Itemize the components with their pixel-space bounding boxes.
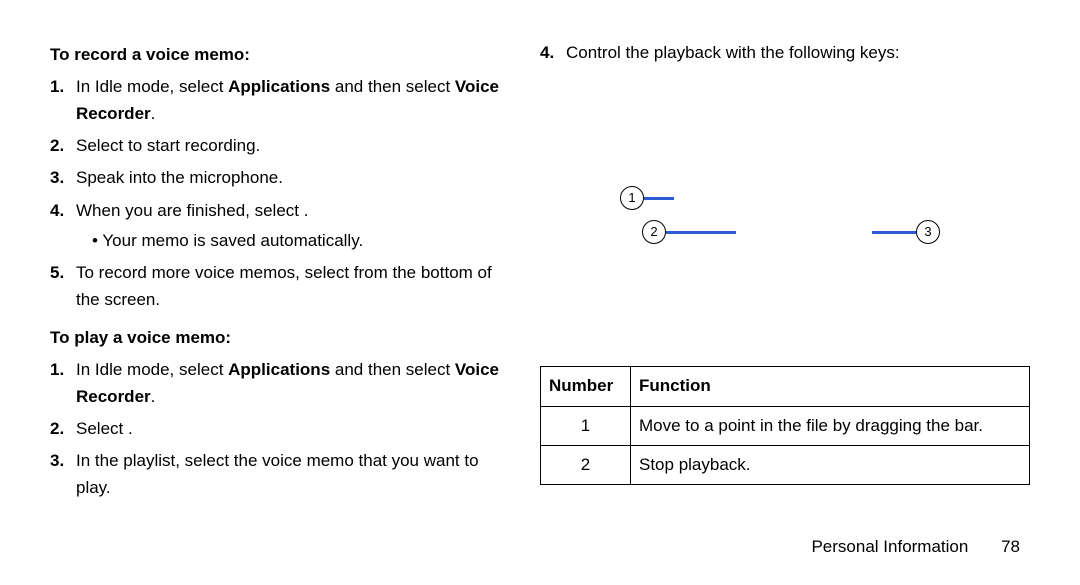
right-column: 4. Control the playback with the followi… [540,40,1030,565]
step-text: In Idle mode, select [76,77,228,96]
cell-function: Move to a point in the file by dragging … [631,406,1030,445]
cell-number: 2 [541,446,631,485]
table-header-row: Number Function [541,367,1030,406]
callout-2: 2 [642,220,666,244]
step-number: 1. [50,74,64,100]
footer-page-number: 78 [1001,537,1020,556]
step-text: Select [76,419,128,438]
sub-item: Your memo is saved automatically. [88,228,510,254]
step-number: 3. [50,448,64,474]
step-text: To record more voice memos, select [76,263,354,282]
step-text: Speak into the microphone. [76,168,283,187]
step-number: 2. [50,133,64,159]
record-step-3: 3. Speak into the microphone. [72,165,510,191]
footer-section: Personal Information [811,537,968,556]
record-step-5: 5. To record more voice memos, select fr… [72,260,510,313]
step-text: When you are finished, select [76,201,304,220]
step-text: and then select [330,77,455,96]
callout-1: 1 [620,186,644,210]
record-step-4: 4. When you are finished, select . Your … [72,198,510,255]
heading-record: To record a voice memo: [50,42,510,68]
callout-diagram: 1 2 3 [620,186,940,346]
record-steps: 1. In Idle mode, select Applications and… [72,74,510,313]
step-text: . [151,387,156,406]
table-row: 1 Move to a point in the file by draggin… [541,406,1030,445]
heading-play: To play a voice memo: [50,325,510,351]
step-number: 2. [50,416,64,442]
page-container: To record a voice memo: 1. In Idle mode,… [50,40,1030,565]
step-number: 1. [50,357,64,383]
callout-lead-2 [666,231,736,234]
cell-number: 1 [541,406,631,445]
cell-function: Stop playback. [631,446,1030,485]
page-footer: Personal Information 78 [811,537,1020,557]
step-text: . [128,419,133,438]
record-step-2: 2. Select to start recording. [72,133,510,159]
step-bold: Applications [228,77,330,96]
function-table: Number Function 1 Move to a point in the… [540,366,1030,485]
step-text: Control the playback with the following … [566,43,900,62]
play-step-1: 1. In Idle mode, select Applications and… [72,357,510,410]
callout-lead-1 [644,197,674,200]
play-step-2: 2. Select . [72,416,510,442]
callout-3: 3 [916,220,940,244]
record-step-1: 1. In Idle mode, select Applications and… [72,74,510,127]
step-number: 5. [50,260,64,286]
left-column: To record a voice memo: 1. In Idle mode,… [50,40,510,565]
step-number: 4. [540,40,554,66]
step-bold: Applications [228,360,330,379]
step-text: Select [76,136,128,155]
step-number: 3. [50,165,64,191]
step-text: . [151,104,156,123]
play-step-3: 3. In the playlist, select the voice mem… [72,448,510,501]
playback-step-4: 4. Control the playback with the followi… [562,40,1030,66]
header-function: Function [631,367,1030,406]
playback-steps: 4. Control the playback with the followi… [562,40,1030,66]
sub-bullet: Your memo is saved automatically. [88,228,510,254]
table-row: 2 Stop playback. [541,446,1030,485]
step-text: In Idle mode, select [76,360,228,379]
step-number: 4. [50,198,64,224]
play-steps: 1. In Idle mode, select Applications and… [72,357,510,501]
callout-lead-3 [872,231,916,234]
step-text: In the playlist, select the voice memo t… [76,451,479,496]
step-text: to start recording. [128,136,260,155]
step-text: . [304,201,309,220]
header-number: Number [541,367,631,406]
step-text: and then select [330,360,455,379]
